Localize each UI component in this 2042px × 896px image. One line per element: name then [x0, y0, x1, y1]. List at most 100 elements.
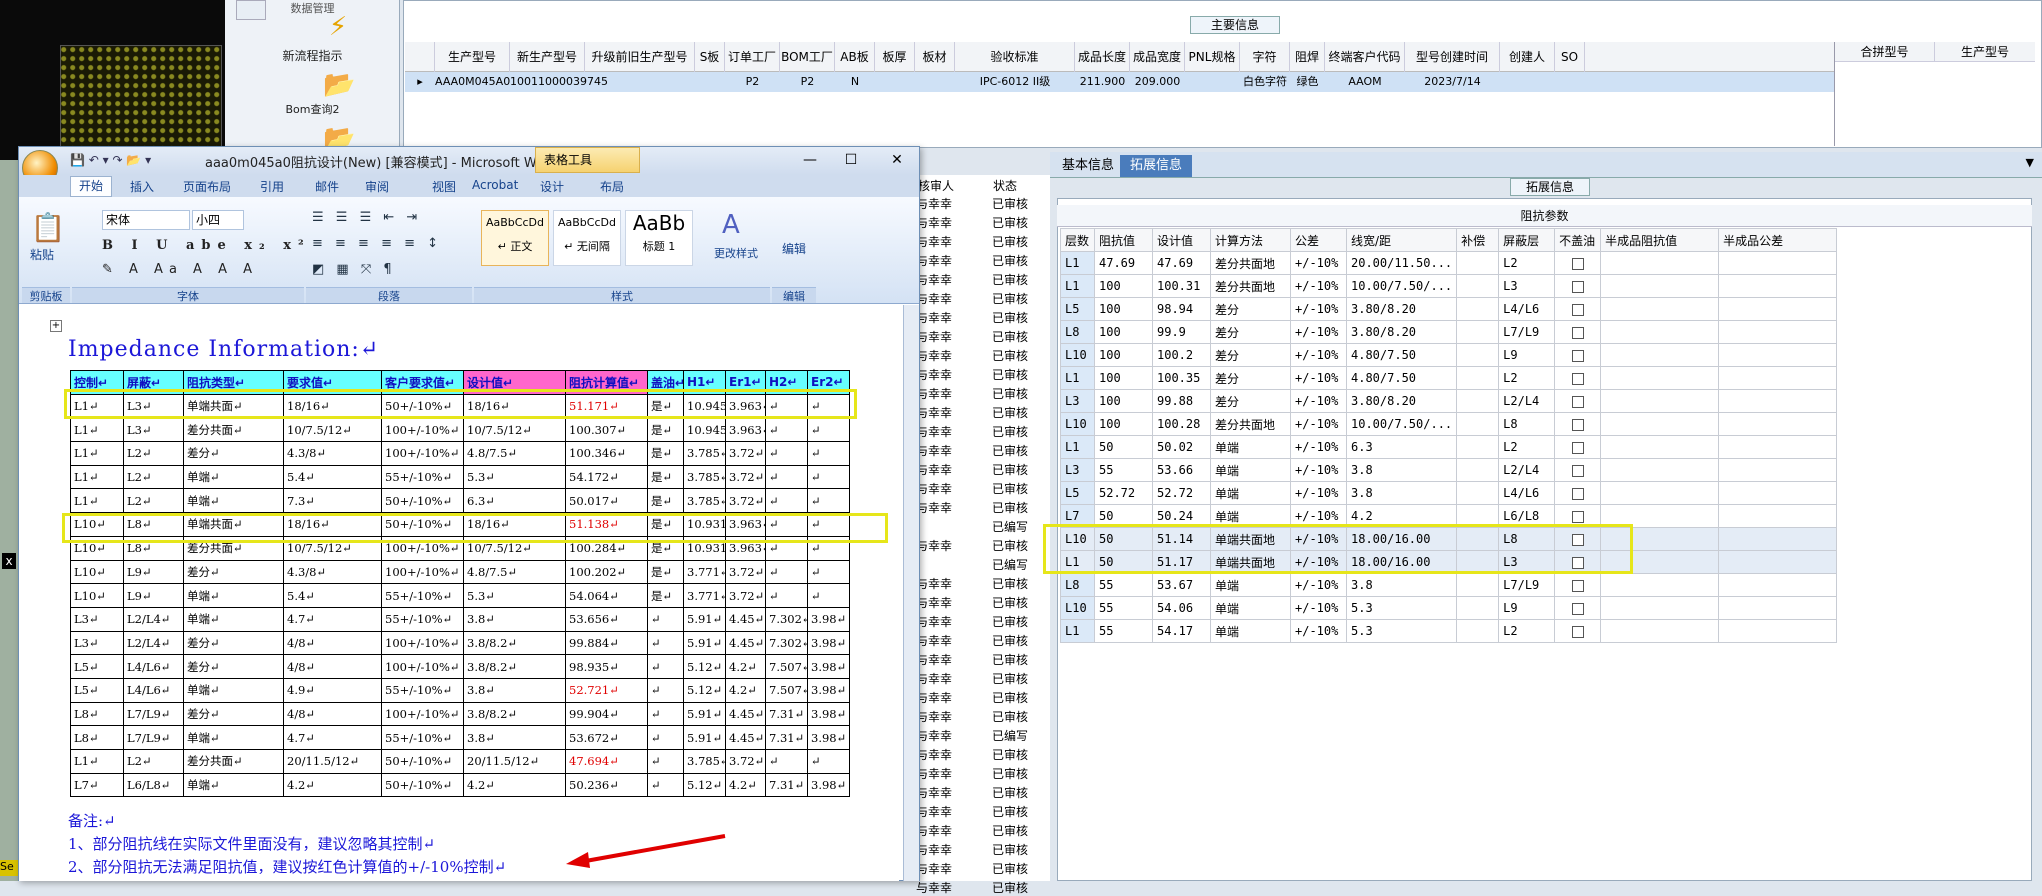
- close-icon[interactable]: ✕: [882, 150, 912, 170]
- font-size-select[interactable]: 小四: [192, 210, 244, 230]
- impedance-row[interactable]: L8 55 53.67 单端 +/-10% 3.8 L7/L9: [1060, 573, 1838, 597]
- paste-button[interactable]: 粘贴: [30, 246, 54, 263]
- impedance-row[interactable]: L1 50 50.02 单端 +/-10% 6.3 L2: [1060, 435, 1838, 459]
- grid-column-header[interactable]: S板: [695, 42, 725, 72]
- impedance-row[interactable]: L3 55 53.66 单端 +/-10% 3.8 L2/L4: [1060, 458, 1838, 482]
- impedance-column-header[interactable]: 阻抗值: [1094, 228, 1153, 252]
- word-table-row[interactable]: L1↵ L2↵ 差分共面↵ 20/11.5/12↵ 50+/-10%↵ 20/11.5/1…: [70, 749, 850, 774]
- ribbon-tab[interactable]: 视图: [432, 178, 456, 195]
- grid-cell[interactable]: [695, 72, 725, 92]
- impedance-row[interactable]: L5 100 98.94 差分 +/-10% 3.80/8.20 L4/L6: [1060, 297, 1838, 321]
- word-table-row[interactable]: L8↵ L7/L9↵ 单端↵ 4.7↵ 55+/-10%↵ 3.8↵ 53.672↵ ↵ 5.9…: [70, 725, 850, 750]
- font-name-select[interactable]: 宋体: [102, 210, 190, 230]
- grid-cell[interactable]: AAOM: [1325, 72, 1405, 92]
- main-info-data-row[interactable]: ▸ AAA0M045A0 10011000039745 P2 P2 N IPC-6012 I…: [405, 72, 1835, 92]
- ribbon-tab[interactable]: 页面布局: [183, 178, 231, 195]
- impedance-row[interactable]: L1 55 54.17 单端 +/-10% 5.3 L2: [1060, 619, 1838, 643]
- font-color-buttons[interactable]: ✎ A Aa A A A: [102, 262, 258, 277]
- change-styles-button[interactable]: 更改样式: [714, 245, 758, 261]
- impedance-row[interactable]: L1 47.69 47.69 差分共面地 +/-10% 20.00/11.50... L2: [1060, 251, 1838, 275]
- checkbox[interactable]: [1571, 602, 1584, 615]
- checkbox[interactable]: [1571, 625, 1584, 638]
- word-table-row[interactable]: L1↵ L2↵ 单端↵ 5.4↵ 55+/-10%↵ 5.3↵ 54.172↵ 是↵ 3.785…: [70, 464, 850, 490]
- ribbon-tab[interactable]: 引用: [260, 178, 284, 195]
- impedance-column-header[interactable]: 设计值: [1152, 228, 1211, 252]
- edit-button[interactable]: 编辑: [776, 210, 812, 270]
- impedance-column-header[interactable]: 线宽/距: [1345, 228, 1458, 252]
- lightning-icon[interactable]: ⚡: [323, 12, 353, 42]
- word-table-row[interactable]: L3↵ L2/L4↵ 差分↵ 4/8↵ 100+/-10%↵ 3.8/8.2↵ 99.884…: [70, 630, 850, 656]
- checkbox[interactable]: [1571, 326, 1584, 339]
- checkbox[interactable]: [1571, 395, 1584, 408]
- ribbon-tab[interactable]: 开始: [70, 176, 113, 197]
- checkbox[interactable]: [1571, 349, 1584, 362]
- impedance-row[interactable]: L3 100 99.88 差分 +/-10% 3.80/8.20 L2/L4: [1060, 389, 1838, 413]
- nav-item-bom-query[interactable]: Bom查询2: [225, 101, 400, 117]
- table-move-handle-icon[interactable]: +: [50, 320, 62, 332]
- grid-cell[interactable]: [585, 72, 695, 92]
- impedance-row[interactable]: L1 100 100.35 差分 +/-10% 4.80/7.50 L2: [1060, 366, 1838, 390]
- font-format-buttons[interactable]: B I U abe x₂ x²: [102, 238, 311, 253]
- word-table-row[interactable]: L8↵ L7/L9↵ 差分↵ 4/8↵ 100+/-10%↵ 3.8/8.2↵ 99.904…: [70, 701, 850, 727]
- ribbon-tab[interactable]: 布局: [600, 178, 624, 195]
- grid-column-header[interactable]: AB板: [835, 42, 875, 72]
- grid-cell[interactable]: P2: [780, 72, 835, 92]
- grid-cell[interactable]: [1185, 72, 1240, 92]
- impedance-column-header[interactable]: 公差: [1290, 228, 1347, 252]
- word-table-row[interactable]: L10↵ L9↵ 差分↵ 4.3/8↵ 100+/-10%↵ 4.8/7.5↵ 100.20…: [70, 559, 850, 585]
- impedance-column-header[interactable]: 补偿: [1456, 228, 1500, 252]
- grid-column-header[interactable]: BOM工厂: [780, 42, 835, 72]
- impedance-row[interactable]: L8 100 99.9 差分 +/-10% 3.80/8.20 L7/L9: [1060, 320, 1838, 344]
- impedance-column-header[interactable]: 半成品阻抗值: [1600, 228, 1720, 252]
- grid-column-header[interactable]: 字符: [1240, 42, 1290, 72]
- checkbox[interactable]: [1571, 418, 1584, 431]
- grid-cell[interactable]: AAA0M045A0: [435, 72, 510, 92]
- grid-column-header[interactable]: SO: [1555, 42, 1585, 72]
- tab-basic-info[interactable]: 基本信息: [1052, 155, 1124, 177]
- word-table-row[interactable]: L5↵ L4/L6↵ 单端↵ 4.9↵ 55+/-10%↵ 3.8↵ 52.721↵ ↵ 5.1…: [70, 677, 850, 703]
- grid-column-header[interactable]: PNL规格: [1185, 42, 1240, 72]
- chevron-down-icon[interactable]: ▼: [2026, 156, 2034, 169]
- impedance-column-header[interactable]: 层数: [1060, 228, 1095, 252]
- paragraph-list-buttons[interactable]: ☰ ☰ ☰ ⇤ ⇥: [312, 210, 421, 225]
- paste-icon[interactable]: 📋: [30, 206, 66, 250]
- checkbox[interactable]: [1571, 372, 1584, 385]
- grid-cell[interactable]: 211.900: [1075, 72, 1130, 92]
- grid-column-header[interactable]: 生产型号: [435, 42, 510, 72]
- quick-access-toolbar[interactable]: 💾 ↶ ▾ ↷ 📂 ▾: [70, 153, 151, 167]
- vertical-scrollbar[interactable]: [903, 305, 919, 881]
- paragraph-align-buttons[interactable]: ≡ ≡ ≡ ≡ ≡ ↕: [312, 236, 442, 251]
- grid-column-header[interactable]: 订单工厂: [725, 42, 780, 72]
- grid-column-header[interactable]: 板厚: [875, 42, 915, 72]
- folder-icon[interactable]: 📂: [323, 70, 355, 100]
- grid-column-header[interactable]: 创建人: [1500, 42, 1555, 72]
- word-table-row[interactable]: L1↵ L2↵ 差分↵ 4.3/8↵ 100+/-10%↵ 4.8/7.5↵ 100.346…: [70, 441, 850, 466]
- ribbon-tab[interactable]: 设计: [540, 178, 564, 195]
- checkbox[interactable]: [1571, 464, 1584, 477]
- calendar-icon[interactable]: [236, 0, 266, 20]
- grid-column-header[interactable]: 成品宽度: [1130, 42, 1185, 72]
- grid-cell[interactable]: 2023/7/14: [1405, 72, 1500, 92]
- grid-cell[interactable]: P2: [725, 72, 780, 92]
- grid-column-header[interactable]: 成品长度: [1075, 42, 1130, 72]
- grid-cell[interactable]: 白色字符: [1240, 72, 1290, 92]
- grid-column-header[interactable]: 升级前旧生产型号: [585, 42, 695, 72]
- grid-column-header[interactable]: 阻焊: [1290, 42, 1325, 72]
- word-impedance-table[interactable]: 控制↵ 屏蔽↵ 阻抗类型↵ 要求值↵ 客户要求值↵ 设计值↵ 阻抗计算值↵ 盖油↵ H1↵ Er1…: [70, 370, 850, 798]
- checkbox[interactable]: [1571, 303, 1584, 316]
- grid-column-header[interactable]: 验收标准: [955, 42, 1075, 72]
- impedance-row[interactable]: L1 100 100.31 差分共面地 +/-10% 10.00/7.50/... L3: [1060, 274, 1838, 298]
- impedance-row[interactable]: L10 55 54.06 单端 +/-10% 5.3 L9: [1060, 596, 1838, 620]
- impedance-row[interactable]: L10 100 100.2 差分 +/-10% 4.80/7.50 L9: [1060, 343, 1838, 367]
- grid-cell[interactable]: [1555, 72, 1585, 92]
- checkbox[interactable]: [1571, 510, 1584, 523]
- ribbon-tab[interactable]: 审阅: [365, 178, 389, 195]
- close-icon[interactable]: x: [2, 553, 16, 569]
- style-no-spacing[interactable]: AaBbCcDd ↵ 无间隔: [553, 210, 621, 266]
- paragraph-shading-buttons[interactable]: ◩ ▦ ⤧ ¶: [312, 262, 396, 277]
- checkbox[interactable]: [1571, 487, 1584, 500]
- grid-column-header[interactable]: 板材: [915, 42, 955, 72]
- grid-cell[interactable]: 10011000039745: [510, 72, 608, 92]
- grid-column-header[interactable]: 终端客户代码: [1325, 42, 1405, 72]
- grid-cell[interactable]: [1500, 72, 1555, 92]
